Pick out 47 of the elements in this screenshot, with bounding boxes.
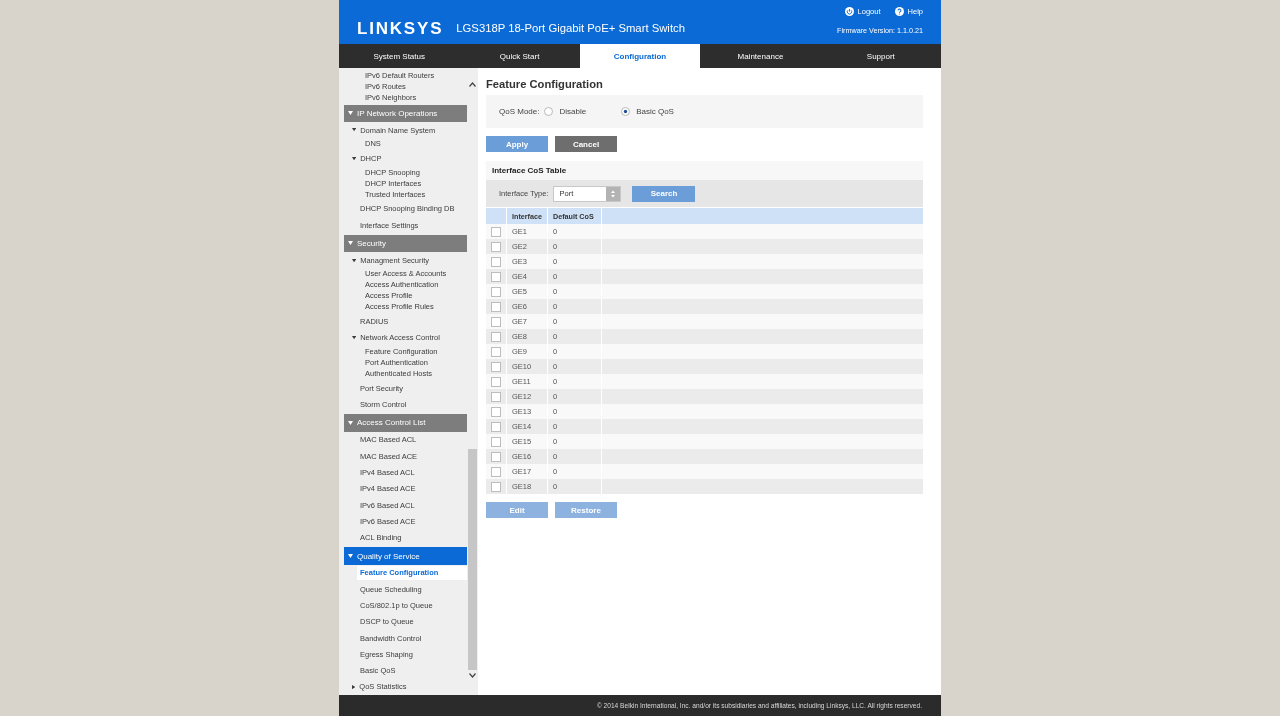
checkbox[interactable]	[491, 481, 501, 492]
checkbox[interactable]	[491, 241, 501, 252]
checkbox[interactable]	[491, 346, 501, 357]
qos-mode-label: QoS Mode:	[499, 107, 540, 116]
checkbox[interactable]	[491, 436, 501, 447]
checkbox[interactable]	[491, 286, 501, 297]
sidebar-section-header[interactable]: Security	[344, 234, 467, 253]
radio-icon[interactable]	[621, 107, 631, 116]
radio-option[interactable]: Disable	[544, 107, 587, 116]
cancel-button[interactable]: Cancel	[555, 136, 617, 152]
checkbox[interactable]	[491, 421, 501, 432]
checkbox[interactable]	[491, 391, 501, 402]
radio-option[interactable]: Basic QoS	[621, 107, 674, 116]
chevron-down-icon[interactable]	[469, 673, 476, 678]
checkbox[interactable]	[491, 226, 501, 237]
section-label: Security	[357, 238, 386, 248]
checkbox[interactable]	[491, 316, 501, 327]
page-title: Feature Configuration	[486, 77, 604, 91]
nav-tab[interactable]: Maintenance	[700, 44, 821, 68]
checkbox[interactable]	[491, 451, 501, 462]
stepper-arrows-icon	[606, 186, 621, 201]
checkbox[interactable]	[491, 361, 501, 372]
nav-tab[interactable]: Support	[820, 44, 942, 68]
checkbox[interactable]	[491, 331, 501, 342]
product-title: LGS318P 18-Port Gigabit PoE+ Smart Switch	[456, 21, 685, 35]
sidebar-section-header[interactable]: IP Network Operations	[344, 104, 467, 122]
logo: LINKSYS	[357, 19, 444, 37]
sidebar-section-header[interactable]: Quality of Service	[344, 547, 467, 565]
nav-tab[interactable]: Configuration	[579, 44, 701, 68]
checkbox[interactable]	[491, 301, 501, 312]
radio-icon[interactable]	[544, 107, 554, 116]
help-icon	[894, 6, 904, 16]
power-icon	[844, 6, 854, 16]
checkbox[interactable]	[491, 271, 501, 282]
section-label: Quality of Service	[357, 551, 420, 561]
nav-tab[interactable]: System Status	[339, 44, 460, 68]
checkbox[interactable]	[491, 466, 501, 477]
scrollbar-thumb[interactable]	[468, 449, 477, 670]
table-title: Interface CoS Table	[486, 161, 923, 180]
section-label: Access Control List	[357, 418, 426, 428]
section-label: IP Network Operations	[357, 108, 438, 118]
checkbox[interactable]	[491, 256, 501, 267]
checkbox[interactable]	[491, 376, 501, 387]
nav-tab[interactable]: Quick Start	[459, 44, 580, 68]
chevron-up-icon[interactable]	[469, 82, 476, 87]
checkbox[interactable]	[491, 406, 501, 417]
sidebar-section-header[interactable]: Access Control List	[344, 414, 467, 432]
